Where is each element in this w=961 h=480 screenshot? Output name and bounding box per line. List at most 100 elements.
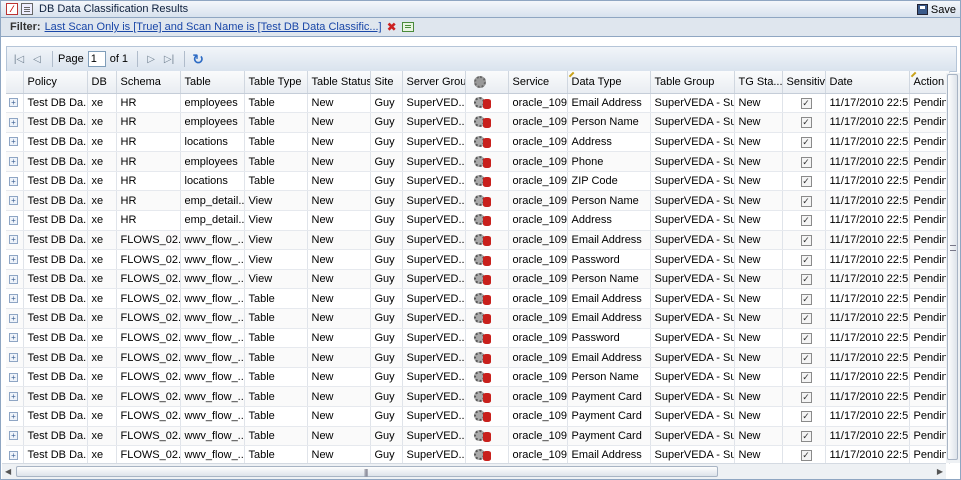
cell-sensitive[interactable]: ✓: [782, 132, 826, 153]
cell-action[interactable]: Pending: [909, 308, 950, 329]
prev-page-icon[interactable]: ◁: [29, 51, 45, 67]
cell-sensitive[interactable]: ✓: [782, 93, 826, 114]
horizontal-scroll-thumb[interactable]: |||: [16, 466, 718, 477]
cell-data-type[interactable]: Payment Card: [567, 406, 651, 427]
sensitive-checkbox[interactable]: ✓: [800, 156, 812, 168]
sensitive-checkbox[interactable]: ✓: [800, 313, 812, 325]
cell-action[interactable]: Pending: [909, 347, 950, 368]
column-header-table[interactable]: Table: [180, 71, 245, 94]
table-row[interactable]: + Test DB Da... xe HR employees Table New Guy Su…: [6, 93, 950, 114]
sensitive-checkbox[interactable]: ✓: [800, 254, 812, 266]
cell-sensitive[interactable]: ✓: [782, 269, 826, 290]
expand-icon[interactable]: +: [9, 137, 18, 147]
cell-server-group-icon[interactable]: [465, 112, 509, 133]
expand-icon[interactable]: +: [9, 274, 18, 284]
expand-icon[interactable]: +: [9, 372, 18, 382]
column-header-policy[interactable]: Policy: [23, 71, 88, 94]
row-expander-cell[interactable]: +: [6, 112, 24, 133]
table-row[interactable]: + Test DB Da... xe HR emp_detail... View New Gu…: [6, 210, 950, 231]
row-expander-cell[interactable]: +: [6, 132, 24, 153]
column-header-action[interactable]: Action: [909, 71, 950, 94]
sensitive-checkbox[interactable]: ✓: [800, 391, 812, 403]
cell-data-type[interactable]: Person Name: [567, 269, 651, 290]
row-expander-cell[interactable]: +: [6, 308, 24, 329]
cell-sensitive[interactable]: ✓: [782, 347, 826, 368]
sensitive-checkbox[interactable]: ✓: [800, 372, 812, 384]
scroll-right-icon[interactable]: ▶: [937, 467, 943, 476]
row-expander-cell[interactable]: +: [6, 406, 24, 427]
column-header-table-status[interactable]: Table Status: [307, 71, 371, 94]
cell-action[interactable]: Pending: [909, 269, 950, 290]
cell-data-type[interactable]: Person Name: [567, 190, 651, 212]
sensitive-checkbox[interactable]: ✓: [800, 117, 812, 129]
row-expander-cell[interactable]: +: [6, 386, 24, 407]
table-row[interactable]: + Test DB Da... xe HR locations Table New Guy Su…: [6, 132, 950, 153]
expand-icon[interactable]: +: [9, 98, 18, 108]
column-header-site[interactable]: Site: [370, 71, 403, 94]
vertical-scroll-thumb[interactable]: [947, 74, 958, 460]
pdf-icon[interactable]: ⁄: [6, 3, 18, 15]
cell-action[interactable]: Pending: [909, 210, 950, 231]
row-expander-cell[interactable]: +: [6, 288, 24, 310]
column-header-server-group[interactable]: Server Group: [402, 71, 466, 94]
cell-sensitive[interactable]: ✓: [782, 308, 826, 329]
cell-data-type[interactable]: Person Name: [567, 112, 651, 133]
document-icon[interactable]: [21, 3, 33, 15]
table-row[interactable]: + Test DB Da...xeFLOWS_02...wwv_flow_...T…: [6, 406, 950, 427]
cell-data-type[interactable]: Email Address: [567, 230, 651, 251]
expand-icon[interactable]: +: [9, 392, 18, 402]
expand-icon[interactable]: +: [9, 333, 18, 343]
sensitive-checkbox[interactable]: ✓: [800, 195, 812, 207]
cell-server-group-icon[interactable]: [465, 386, 509, 407]
table-row[interactable]: + Test DB Da... xe HR emp_detail... View New Gu…: [6, 190, 950, 212]
row-expander-cell[interactable]: +: [6, 426, 24, 447]
cell-sensitive[interactable]: ✓: [782, 445, 826, 464]
expand-icon[interactable]: +: [9, 411, 18, 421]
row-expander-cell[interactable]: +: [6, 367, 24, 388]
cell-sensitive[interactable]: ✓: [782, 171, 826, 192]
cell-action[interactable]: Pending: [909, 367, 950, 388]
cell-data-type[interactable]: Address: [567, 210, 651, 231]
sensitive-checkbox[interactable]: ✓: [800, 234, 812, 246]
column-header-table-type[interactable]: Table Type: [244, 71, 308, 94]
table-row[interactable]: + Test DB Da...xeFLOWS_02...wwv_flow_...V…: [6, 230, 950, 251]
expand-icon[interactable]: +: [9, 215, 18, 225]
sensitive-checkbox[interactable]: ✓: [800, 293, 812, 305]
column-header-schema[interactable]: Schema: [116, 71, 181, 94]
cell-action[interactable]: Pending: [909, 426, 950, 447]
row-expander-cell[interactable]: +: [6, 249, 24, 270]
table-row[interactable]: + Test DB Da...xeFLOWS_02...wwv_flow_...V…: [6, 269, 950, 290]
expand-icon[interactable]: +: [9, 196, 18, 206]
table-row[interactable]: + Test DB Da... xe HR locations Table New Guy Su…: [6, 171, 950, 192]
cell-server-group-icon[interactable]: [465, 151, 509, 172]
cell-action[interactable]: Pending: [909, 132, 950, 153]
table-row[interactable]: + Test DB Da...xeFLOWS_02...wwv_flow_...T…: [6, 308, 950, 329]
sensitive-checkbox[interactable]: ✓: [800, 430, 812, 442]
cell-data-type[interactable]: Email Address: [567, 93, 651, 114]
cell-data-type[interactable]: Person Name: [567, 367, 651, 388]
cell-sensitive[interactable]: ✓: [782, 426, 826, 447]
next-page-icon[interactable]: ▷: [143, 51, 159, 67]
cell-action[interactable]: Pending: [909, 288, 950, 310]
refresh-icon[interactable]: ↻: [190, 51, 206, 67]
cell-server-group-icon[interactable]: [465, 249, 509, 270]
table-row[interactable]: + Test DB Da...xeFLOWS_02...wwv_flow_...T…: [6, 328, 950, 349]
first-page-icon[interactable]: |◁: [11, 51, 27, 67]
table-row[interactable]: + Test DB Da...xeFLOWS_02...wwv_flow_...T…: [6, 347, 950, 368]
cell-server-group-icon[interactable]: [465, 426, 509, 447]
cell-data-type[interactable]: Address: [567, 132, 651, 153]
cell-data-type[interactable]: Password: [567, 328, 651, 349]
cell-action[interactable]: Pending: [909, 171, 950, 192]
cell-data-type[interactable]: Email Address: [567, 445, 651, 464]
column-header-table-group[interactable]: Table Group: [650, 71, 735, 94]
cell-server-group-icon[interactable]: [465, 132, 509, 153]
sensitive-checkbox[interactable]: ✓: [800, 450, 812, 462]
sensitive-checkbox[interactable]: ✓: [800, 176, 812, 188]
last-page-icon[interactable]: ▷|: [161, 51, 177, 67]
row-expander-cell[interactable]: +: [6, 230, 24, 251]
cell-server-group-icon[interactable]: [465, 269, 509, 290]
expand-icon[interactable]: +: [9, 353, 18, 363]
expand-icon[interactable]: +: [9, 235, 18, 245]
expand-icon[interactable]: +: [9, 157, 18, 167]
filter-edit-icon[interactable]: [401, 22, 414, 32]
